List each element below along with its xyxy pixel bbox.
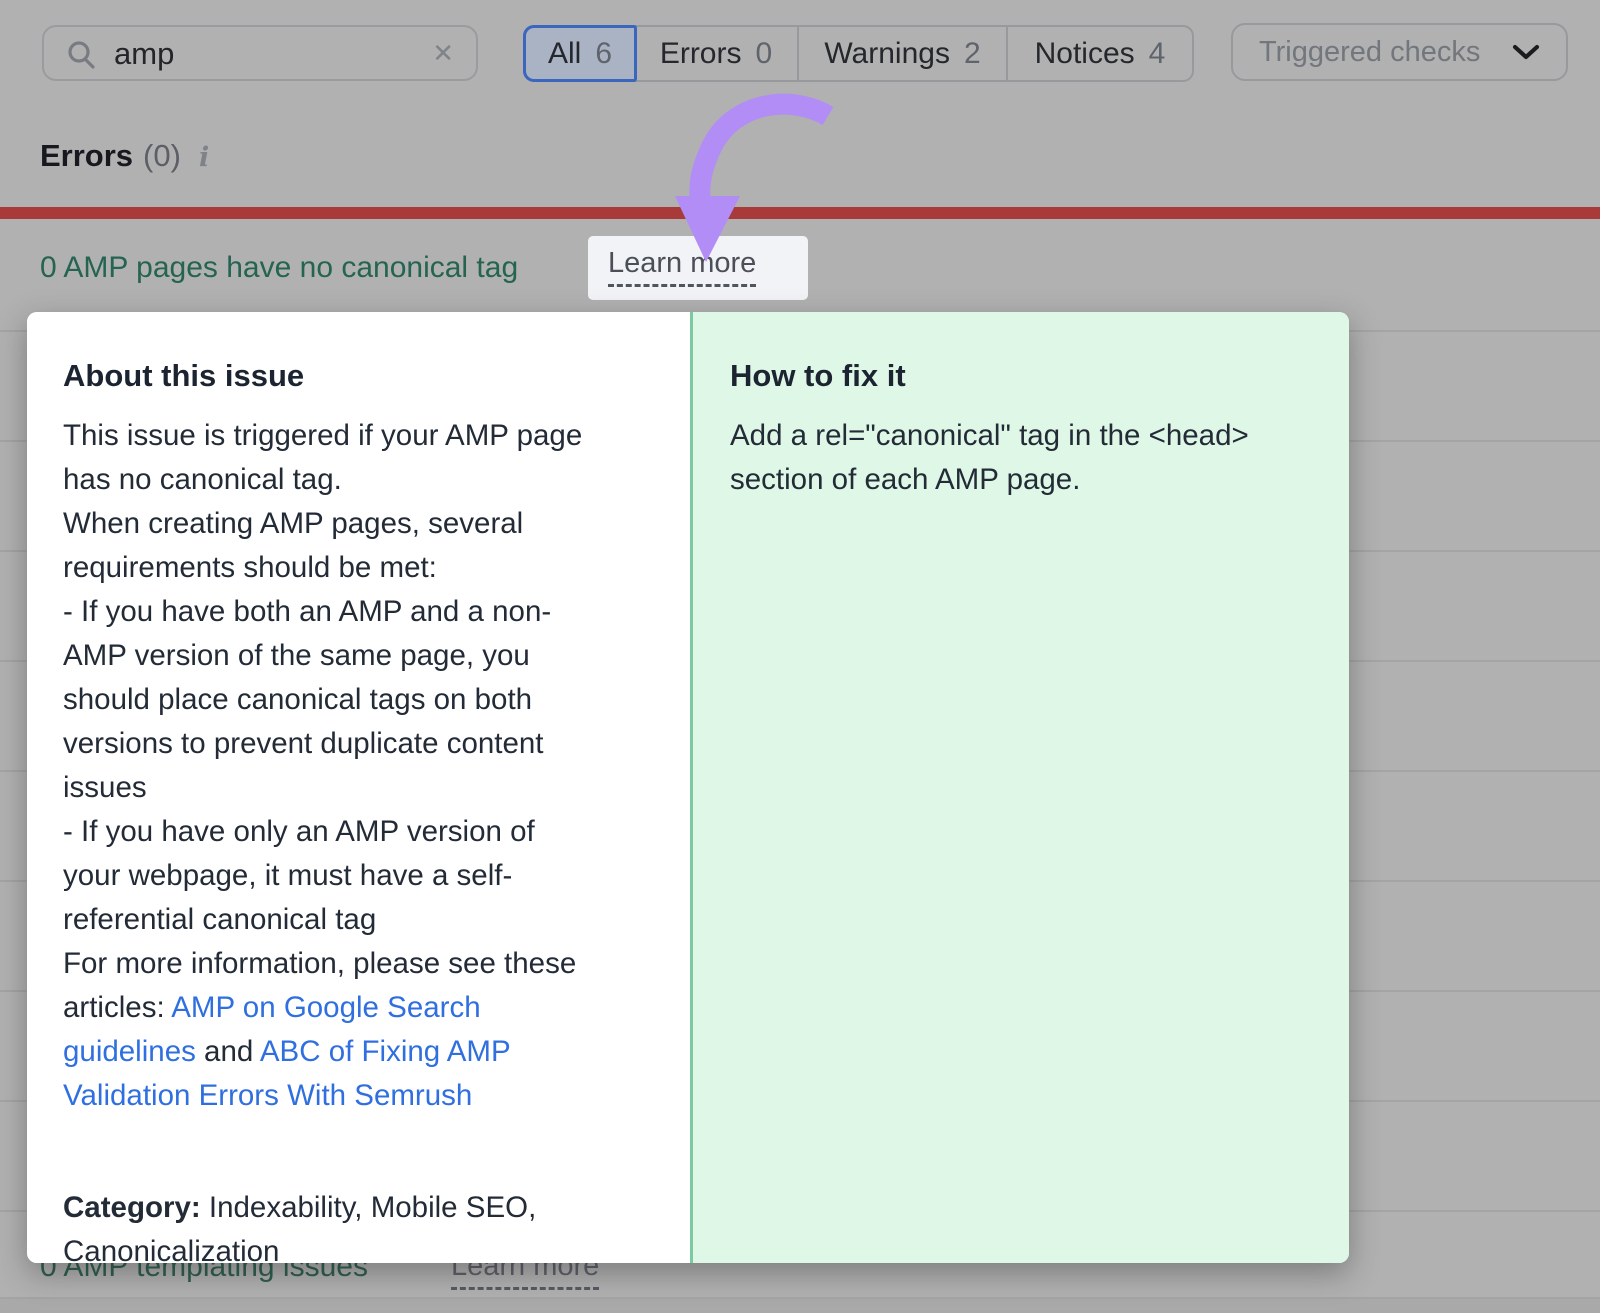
section-title: Errors bbox=[40, 138, 133, 174]
tab-warnings[interactable]: Warnings 2 bbox=[797, 27, 1006, 80]
search-value: amp bbox=[114, 27, 174, 79]
tab-count: 0 bbox=[755, 37, 772, 71]
search-input[interactable]: amp ✕ bbox=[42, 25, 478, 81]
issue-info-popup: About this issue This issue is triggered… bbox=[27, 312, 1349, 1263]
how-to-fix-panel: How to fix it Add a rel="canonical" tag … bbox=[690, 312, 1349, 1263]
site-audit-page: amp ✕ All 6 Errors 0 Warnings 2 Notices … bbox=[0, 0, 1600, 1313]
tab-count: 6 bbox=[595, 37, 612, 71]
tab-count: 4 bbox=[1149, 37, 1166, 71]
callout-arrow bbox=[636, 88, 856, 278]
tab-label: Notices bbox=[1035, 37, 1135, 71]
about-this-issue-panel: About this issue This issue is triggered… bbox=[27, 312, 690, 1263]
category-line: Category: Indexability, Mobile SEO, Cano… bbox=[63, 1142, 654, 1263]
section-count: (0) bbox=[143, 138, 181, 174]
table-footer-strip bbox=[0, 1299, 1600, 1313]
popup-text-segment: and bbox=[196, 1035, 260, 1068]
issue-row-text: 0 AMP pages have no canonical tag bbox=[40, 251, 518, 285]
fix-title: How to fix it bbox=[730, 358, 1309, 394]
tab-errors[interactable]: Errors 0 bbox=[635, 27, 797, 80]
triggered-checks-dropdown[interactable]: Triggered checks bbox=[1231, 23, 1568, 81]
tab-notices[interactable]: Notices 4 bbox=[1006, 27, 1192, 80]
tab-label: Errors bbox=[660, 37, 742, 71]
search-icon bbox=[66, 40, 96, 70]
category-label: Category: bbox=[63, 1191, 201, 1224]
about-title: About this issue bbox=[63, 358, 654, 394]
fix-body: Add a rel="canonical" tag in the <head> … bbox=[730, 414, 1309, 502]
tab-label: Warnings bbox=[824, 37, 950, 71]
tab-all[interactable]: All 6 bbox=[523, 25, 637, 82]
info-icon[interactable]: i bbox=[199, 142, 209, 173]
issue-filter-tabs: All 6 Errors 0 Warnings 2 Notices 4 bbox=[523, 25, 1194, 82]
errors-section-heading: Errors (0) i bbox=[40, 138, 209, 174]
tab-label: All bbox=[548, 37, 581, 71]
popup-text-segment: This issue is triggered if your AMP page… bbox=[63, 419, 582, 1024]
dropdown-label: Triggered checks bbox=[1259, 36, 1480, 69]
about-body: This issue is triggered if your AMP page… bbox=[63, 414, 654, 1118]
tab-count: 2 bbox=[964, 37, 981, 71]
clear-search-icon[interactable]: ✕ bbox=[432, 27, 454, 79]
chevron-down-icon bbox=[1512, 44, 1540, 61]
